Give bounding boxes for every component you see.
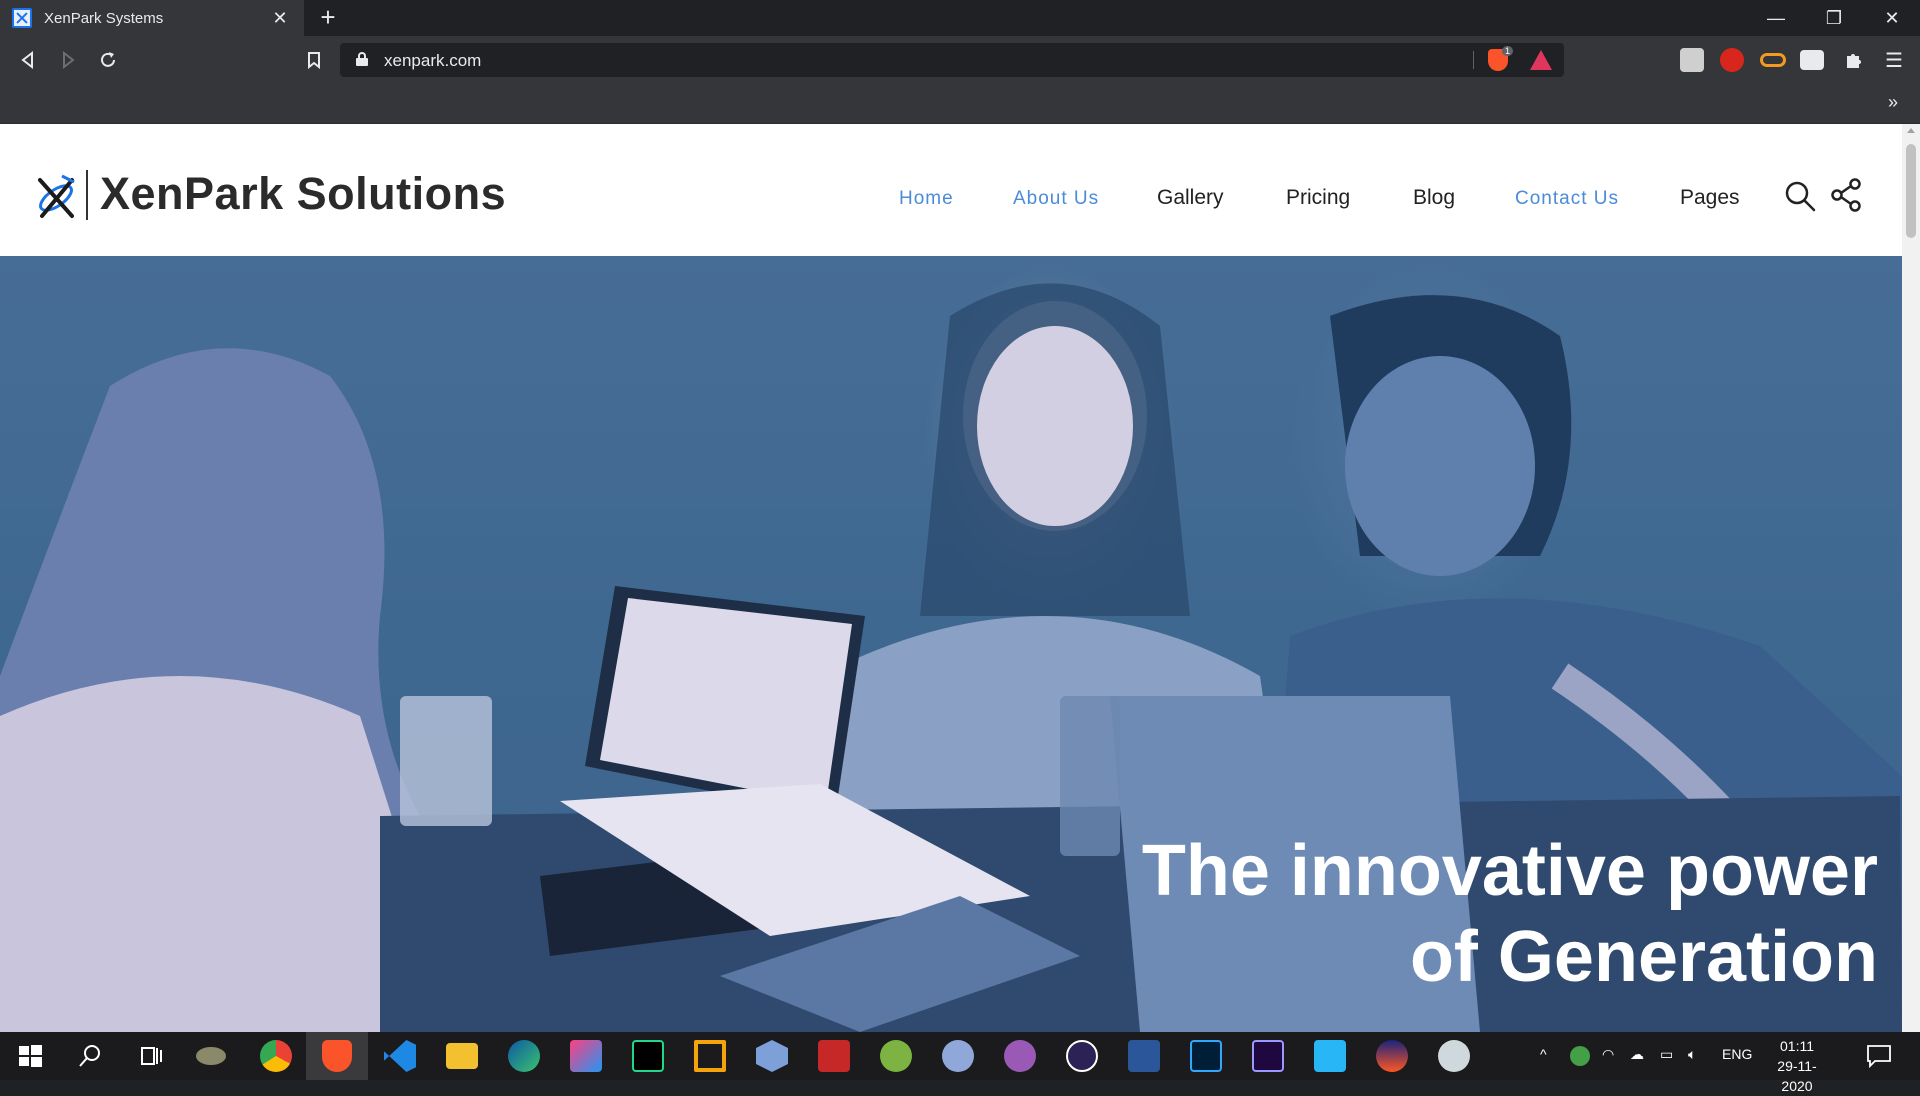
- browser-toolbar: xenpark.com 1 ☰: [0, 36, 1920, 84]
- nav-contact-us[interactable]: Contact Us: [1515, 188, 1619, 210]
- tab-title: XenPark Systems: [44, 9, 164, 27]
- nav-blog[interactable]: Blog: [1413, 186, 1455, 210]
- bookmark-icon[interactable]: [298, 44, 330, 76]
- nav-pricing[interactable]: Pricing: [1286, 186, 1350, 210]
- bookmarks-overflow-icon[interactable]: »: [1888, 92, 1898, 113]
- tray-volume-icon[interactable]: 🔈︎: [1688, 1046, 1696, 1063]
- windows-taskbar: ^ ◠ ☁ ▭ 🔈︎ ENG 01:11 29-11-2020: [0, 1032, 1920, 1094]
- url-text: xenpark.com: [384, 51, 482, 70]
- after-effects-icon[interactable]: [1252, 1040, 1284, 1072]
- nav-pages[interactable]: Pages: [1680, 186, 1740, 210]
- app-sublime-icon[interactable]: [570, 1040, 602, 1072]
- logo-divider: [86, 170, 88, 220]
- hero-headline-line2: of Generation: [1409, 917, 1878, 997]
- tray-language[interactable]: ENG: [1722, 1046, 1752, 1062]
- r-language-icon[interactable]: [942, 1040, 974, 1072]
- nav-about-us[interactable]: About Us: [1013, 188, 1099, 210]
- brave-rewards-icon[interactable]: [1530, 50, 1552, 70]
- browser-titlebar: XenPark Systems ✕ + — ❐ ✕: [0, 0, 1920, 36]
- github-desktop-icon[interactable]: [1004, 1040, 1036, 1072]
- extension-adblock-icon[interactable]: [1720, 48, 1744, 72]
- virtualbox-icon[interactable]: [756, 1040, 788, 1072]
- windows-start-icon[interactable]: [14, 1040, 46, 1072]
- app-red-tools-icon[interactable]: [818, 1040, 850, 1072]
- edge-icon[interactable]: [508, 1040, 540, 1072]
- file-explorer-icon[interactable]: [446, 1043, 478, 1069]
- close-window-button[interactable]: ✕: [1862, 0, 1920, 36]
- new-tab-button[interactable]: +: [314, 4, 342, 32]
- tray-battery-icon[interactable]: ▭: [1660, 1046, 1673, 1063]
- address-bar[interactable]: xenpark.com 1: [340, 43, 1564, 77]
- lock-icon: [356, 52, 368, 66]
- back-button[interactable]: [12, 44, 44, 76]
- pycharm-icon[interactable]: [632, 1040, 664, 1072]
- scrollbar-thumb[interactable]: [1906, 144, 1916, 238]
- extension-screenshot-icon[interactable]: [1680, 48, 1704, 72]
- browser-tab[interactable]: XenPark Systems ✕: [0, 0, 304, 36]
- tray-wifi-icon[interactable]: ◠: [1602, 1046, 1614, 1063]
- app-gitkraken-icon[interactable]: [1438, 1040, 1470, 1072]
- extension-infinity-icon[interactable]: [1760, 53, 1786, 67]
- android-studio-icon[interactable]: [880, 1040, 912, 1072]
- word-icon[interactable]: [1128, 1040, 1160, 1072]
- app-terminal-animal-icon[interactable]: [196, 1047, 226, 1065]
- tab-close-icon[interactable]: ✕: [268, 8, 292, 29]
- notifications-icon[interactable]: [1866, 1044, 1892, 1068]
- eclipse-icon[interactable]: [1066, 1040, 1098, 1072]
- vscode-icon[interactable]: [384, 1040, 416, 1072]
- minimize-button[interactable]: —: [1746, 0, 1806, 36]
- photoshop-icon[interactable]: [1190, 1040, 1222, 1072]
- tray-onedrive-icon[interactable]: ☁: [1630, 1046, 1644, 1063]
- tray-overflow-icon[interactable]: ^: [1540, 1046, 1547, 1062]
- scroll-up-arrow-icon[interactable]: [1907, 128, 1915, 133]
- brave-icon[interactable]: [322, 1040, 352, 1072]
- nav-home[interactable]: Home: [899, 188, 954, 210]
- page-scrollbar[interactable]: [1902, 124, 1920, 1032]
- search-icon[interactable]: [1784, 180, 1816, 212]
- hero-headline: The innovative power of Generation: [978, 828, 1878, 1000]
- restore-button[interactable]: ❐: [1804, 0, 1864, 36]
- web-page: XenPark Solutions Home About Us Gallery …: [0, 124, 1902, 1032]
- xenpark-logo-icon[interactable]: [34, 172, 78, 220]
- tray-globe-icon[interactable]: [1570, 1046, 1590, 1066]
- hero-banner: The innovative power of Generation: [0, 256, 1902, 1032]
- nav-gallery[interactable]: Gallery: [1157, 186, 1224, 210]
- app-19-icon[interactable]: [1314, 1040, 1346, 1072]
- taskbar-clock[interactable]: 01:11 29-11-2020: [1762, 1036, 1832, 1096]
- task-view-icon[interactable]: [134, 1040, 166, 1072]
- search-taskbar-icon[interactable]: [74, 1040, 106, 1072]
- browser-menu-icon[interactable]: ☰: [1878, 44, 1910, 76]
- omnibox-divider: [1473, 51, 1474, 69]
- reload-button[interactable]: [92, 44, 124, 76]
- chrome-icon[interactable]: [260, 1040, 292, 1072]
- share-icon[interactable]: [1830, 178, 1862, 212]
- app-unity-hub-icon[interactable]: [1376, 1040, 1408, 1072]
- site-header: XenPark Solutions Home About Us Gallery …: [0, 124, 1902, 256]
- brand-name[interactable]: XenPark Solutions: [100, 168, 506, 220]
- site-favicon-icon: [12, 8, 32, 28]
- bookmarks-bar: »: [0, 84, 1920, 124]
- extensions-puzzle-icon[interactable]: [1838, 44, 1870, 76]
- clock-time: 01:11: [1780, 1038, 1814, 1054]
- forward-button[interactable]: [52, 44, 84, 76]
- app-boxes-icon[interactable]: [694, 1040, 726, 1072]
- hero-headline-line1: The innovative power: [1141, 831, 1878, 911]
- extension-reader-icon[interactable]: [1800, 50, 1824, 70]
- brave-shields-count: 1: [1502, 46, 1514, 56]
- clock-date: 29-11-2020: [1777, 1058, 1817, 1094]
